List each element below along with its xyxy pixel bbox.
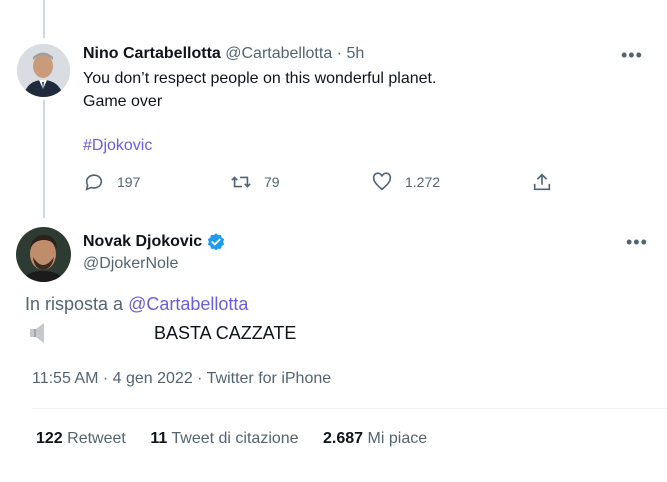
in-reply-to: In risposta a @Cartabellotta: [25, 294, 248, 315]
speaker-icon: [30, 323, 46, 348]
reply-count: 197: [117, 174, 141, 190]
avatar[interactable]: [16, 227, 71, 282]
reply-icon: [85, 174, 103, 191]
in-reply-handle-link[interactable]: @Cartabellotta: [128, 294, 248, 314]
tweet-text: BASTA CAZZATE: [154, 323, 297, 343]
share-icon: [533, 173, 551, 191]
main-header: Novak Djokovic: [83, 232, 226, 252]
like-stat[interactable]: 2.687 Mi piace: [323, 430, 427, 447]
author-handle[interactable]: @Cartabellotta: [225, 45, 332, 62]
divider: [32, 408, 667, 409]
tweet-meta[interactable]: 11:55 AM · 4 gen 2022 · Twitter for iPho…: [32, 370, 331, 388]
avatar[interactable]: [17, 44, 70, 97]
quote-stat[interactable]: 11 Tweet di citazione: [150, 430, 303, 447]
timestamp[interactable]: 5h: [346, 45, 364, 62]
thread-line-bottom: [43, 100, 45, 218]
retweet-icon: [231, 176, 251, 188]
hashtag-link[interactable]: #Djokovic: [83, 137, 152, 155]
retweet-stat[interactable]: 122 Retweet: [36, 430, 130, 447]
reply-text-line2: Game over: [83, 93, 163, 110]
retweet-count: 122: [36, 430, 63, 447]
author-name[interactable]: Nino Cartabellotta: [83, 45, 221, 62]
more-options-icon[interactable]: •••: [626, 233, 648, 251]
retweet-button[interactable]: 79: [230, 171, 280, 193]
stats-row: 122 Retweet 11 Tweet di citazione 2.687 …: [36, 430, 427, 448]
verified-badge-icon: [207, 233, 225, 251]
like-label: Mi piace: [367, 430, 428, 447]
author-name[interactable]: Novak Djokovic: [83, 233, 202, 251]
like-button[interactable]: 1.272: [371, 171, 440, 193]
thread-line-top: [43, 0, 45, 38]
author-handle[interactable]: @DjokerNole: [83, 255, 178, 273]
reply-button[interactable]: 197: [83, 171, 140, 193]
reply-header: Nino Cartabellotta @Cartabellotta · 5h: [83, 45, 364, 63]
share-button[interactable]: [531, 171, 565, 193]
retweet-count: 79: [264, 174, 280, 190]
more-options-icon[interactable]: •••: [621, 46, 643, 64]
like-count: 2.687: [323, 430, 364, 447]
like-count: 1.272: [405, 174, 441, 190]
quote-count: 11: [150, 430, 168, 447]
reply-text-line1: You don’t respect people on this wonderf…: [83, 70, 437, 87]
in-reply-prefix: In risposta a: [25, 294, 124, 314]
heart-icon: [372, 172, 392, 191]
quote-label: Tweet di citazione: [171, 430, 299, 447]
separator: ·: [336, 45, 342, 62]
retweet-label: Retweet: [67, 430, 126, 447]
